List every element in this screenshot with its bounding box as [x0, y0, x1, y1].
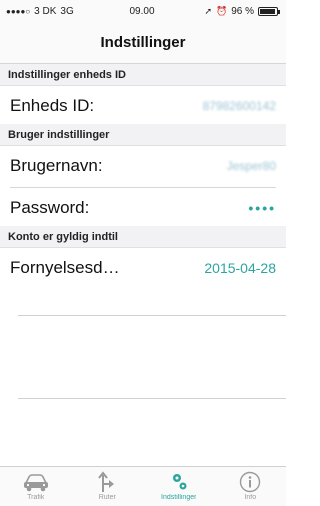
car-icon — [23, 474, 48, 492]
status-left: ●●●●○ 3 DK 3G — [6, 6, 116, 17]
tab-info-label: Info — [244, 494, 257, 501]
username-label: Brugernavn: — [10, 156, 103, 175]
battery-level — [260, 8, 276, 14]
signal-strength-icon: ●●●●○ — [6, 6, 31, 16]
tab-routes-label: Ruter — [98, 494, 116, 501]
tab-settings[interactable]: Indstillinger — [149, 471, 209, 505]
row-device-id[interactable]: Enheds ID: 87982600142 — [0, 86, 286, 126]
section-header-user: Bruger indstillinger — [0, 124, 286, 146]
tab-info[interactable]: Info — [220, 471, 280, 505]
section-header-device: Indstillinger enheds ID — [0, 64, 286, 86]
renewal-date-label: Fornyelsesd… — [10, 258, 120, 277]
navigation-bar: Indstillinger — [0, 22, 286, 64]
route-icon — [98, 471, 115, 492]
tab-settings-label: Indstillinger — [161, 494, 197, 501]
status-time: 09.00 — [129, 5, 155, 17]
battery-icon — [258, 6, 280, 16]
gears-icon — [172, 474, 187, 490]
row-username[interactable]: Brugernavn: Jesper80 — [0, 146, 286, 186]
status-right: ➚ ⏰ 96 % — [168, 5, 280, 17]
network-type: 3G — [60, 5, 74, 17]
empty-row-divider — [18, 398, 286, 399]
row-password[interactable]: Password: •••• — [0, 188, 286, 228]
device-id-label: Enheds ID: — [10, 96, 95, 115]
location-arrow-icon: ➚ — [204, 5, 212, 16]
empty-row-divider — [18, 315, 286, 316]
password-label: Password: — [10, 198, 90, 217]
page-title: Indstillinger — [100, 34, 186, 51]
renewal-date-value: 2015-04-28 — [204, 260, 276, 276]
info-icon — [240, 471, 261, 493]
tab-bar: Trafik Ruter Indstillinger Info — [0, 466, 286, 506]
tab-traffic-label: Trafik — [27, 494, 45, 501]
status-bar: ●●●●○ 3 DK 3G 09.00 ➚ ⏰ 96 % — [0, 0, 286, 22]
tab-traffic[interactable]: Trafik — [6, 471, 66, 505]
carrier-name: 3 DK — [34, 5, 57, 17]
alarm-icon: ⏰ — [215, 5, 228, 16]
row-renewal-date[interactable]: Fornyelsesd… 2015-04-28 — [0, 248, 286, 288]
username-value: Jesper80 — [226, 159, 276, 173]
password-value: •••• — [248, 200, 276, 216]
section-header-account: Konto er gyldig indtil — [0, 226, 286, 248]
battery-percent: 96 % — [231, 5, 254, 17]
tab-routes[interactable]: Ruter — [77, 471, 137, 505]
device-id-value: 87982600142 — [202, 99, 276, 113]
